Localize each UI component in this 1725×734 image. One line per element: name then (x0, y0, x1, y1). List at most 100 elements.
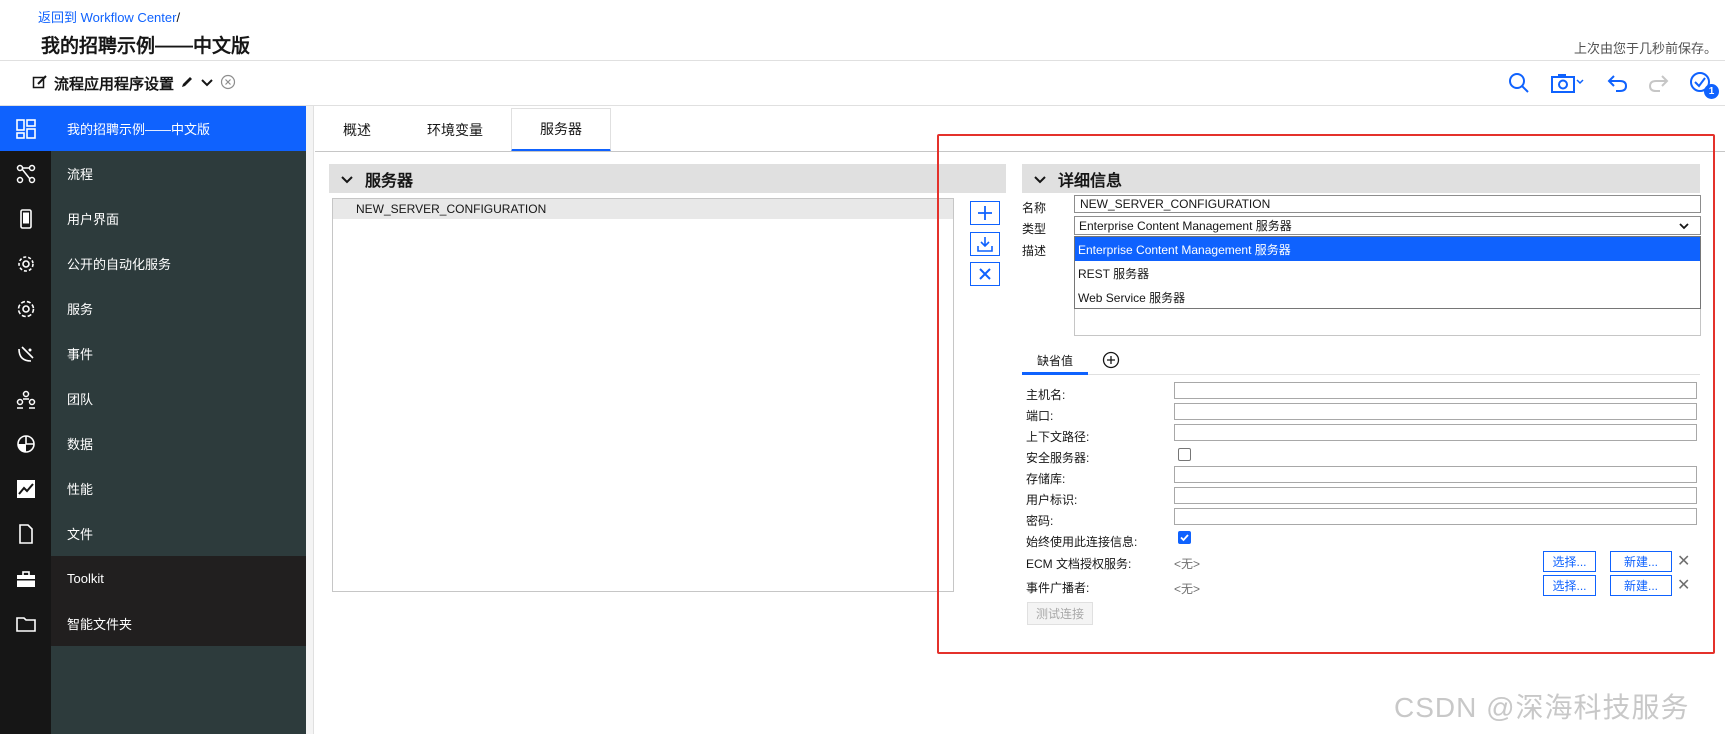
search-icon[interactable] (1507, 71, 1531, 95)
import-server-button[interactable] (970, 232, 1000, 256)
servers-section-title: 服务器 (365, 172, 414, 190)
chevron-down-icon[interactable] (200, 75, 214, 93)
chevron-down-icon[interactable] (329, 172, 365, 186)
flow-icon (0, 151, 51, 196)
tab-overview[interactable]: 概述 (315, 108, 399, 152)
sidebar-item-toolkit[interactable]: Toolkit (0, 556, 306, 601)
ecm-auth-value: <无> (1174, 557, 1201, 571)
event-broadcaster-select-button[interactable]: 选择... (1543, 575, 1596, 596)
sidebar-item-label: 智能文件夹 (51, 601, 306, 646)
settings-icon (0, 286, 51, 331)
sidebar-item-project[interactable]: 我的招聘示例——中文版 (0, 106, 306, 151)
servers-list[interactable]: NEW_SERVER_CONFIGURATION (332, 198, 954, 592)
description-field[interactable] (1074, 309, 1701, 336)
edit-note-icon (32, 74, 48, 94)
chart-icon (0, 466, 51, 511)
breadcrumb-separator: / (176, 10, 181, 25)
redo-icon[interactable] (1647, 71, 1671, 95)
download-icon (977, 237, 993, 252)
folder-icon (0, 601, 51, 646)
password-label: 密码: (1026, 514, 1054, 528)
type-select[interactable]: Enterprise Content Management 服务器 (1074, 216, 1701, 235)
host-input[interactable] (1174, 382, 1697, 399)
always-use-checkbox[interactable] (1178, 531, 1191, 544)
host-label: 主机名: (1026, 388, 1066, 402)
add-tab-icon[interactable] (1102, 351, 1120, 369)
description-label: 描述 (1022, 244, 1047, 258)
chevron-down-icon[interactable] (1022, 172, 1058, 186)
type-dropdown: Enterprise Content Management 服务器 REST 服… (1074, 236, 1701, 309)
satellite-icon (0, 331, 51, 376)
tab-servers[interactable]: 服务器 (511, 108, 611, 152)
sidebar-item-label: 用户界面 (67, 212, 120, 227)
name-field[interactable]: NEW_SERVER_CONFIGURATION (1074, 195, 1701, 213)
port-label: 端口: (1026, 409, 1054, 423)
password-input[interactable] (1174, 508, 1697, 525)
ecm-auth-select-button[interactable]: 选择... (1543, 551, 1596, 572)
add-server-button[interactable] (970, 201, 1000, 225)
breadcrumb: 返回到 Workflow Center/ (38, 7, 180, 26)
type-option-rest[interactable]: REST 服务器 (1075, 261, 1700, 285)
sidebar-item-smart-folders[interactable]: 智能文件夹 (0, 601, 306, 646)
sidebar-item-automation[interactable]: 公开的自动化服务 (0, 241, 306, 286)
sidebar-item-ui[interactable]: 用户界面 (0, 196, 306, 241)
sidebar-item-label: 数据 (67, 437, 94, 452)
ecm-auth-clear-icon[interactable]: ✕ (1677, 551, 1690, 571)
sidebar-item-events[interactable]: 事件 (0, 331, 306, 376)
context-path-input[interactable] (1174, 424, 1697, 441)
details-section-header[interactable]: 详细信息 (1022, 164, 1700, 193)
repository-input[interactable] (1174, 466, 1697, 483)
type-option-webservice[interactable]: Web Service 服务器 (1075, 285, 1700, 309)
pencil-icon[interactable] (180, 75, 194, 93)
sidebar-item-flows[interactable]: 流程 (0, 151, 306, 196)
undo-icon[interactable] (1605, 71, 1629, 95)
name-label: 名称 (1022, 201, 1047, 215)
type-select-value: Enterprise Content Management 服务器 (1079, 219, 1292, 233)
context-path-label: 上下文路径: (1026, 430, 1090, 444)
port-input[interactable] (1174, 403, 1697, 420)
page-title: 我的招聘示例——中文版 (41, 36, 251, 57)
sidebar-item-services[interactable]: 服务 (0, 286, 306, 331)
validation-badge: 1 (1704, 84, 1719, 99)
sidebar-item-teams[interactable]: 团队 (0, 376, 306, 421)
event-broadcaster-value: <无> (1174, 582, 1201, 596)
sidebar-item-label: 流程 (67, 167, 94, 182)
pie-icon (0, 421, 51, 466)
always-use-label: 始终使用此连接信息: (1026, 535, 1138, 549)
validation-icon[interactable]: 1 (1689, 71, 1719, 99)
sidebar-item-data[interactable]: 数据 (0, 421, 306, 466)
app-settings-title[interactable]: 流程应用程序设置 (32, 73, 236, 94)
sidebar-item-label: 公开的自动化服务 (67, 257, 172, 272)
sidebar-item-label: 文件 (67, 527, 94, 542)
ecm-auth-new-button[interactable]: 新建... (1610, 551, 1672, 572)
event-broadcaster-clear-icon[interactable]: ✕ (1677, 575, 1690, 595)
list-item[interactable]: NEW_SERVER_CONFIGURATION (333, 199, 953, 219)
team-icon (0, 376, 51, 421)
sidebar-item-files[interactable]: 文件 (0, 511, 306, 556)
back-to-workflow-center-link[interactable]: 返回到 Workflow Center (38, 10, 176, 25)
tab-environment-variables[interactable]: 环境变量 (399, 108, 511, 152)
close-icon (979, 268, 991, 280)
mobile-icon (0, 196, 51, 241)
gear-cog-icon (0, 241, 51, 286)
type-option-ecm[interactable]: Enterprise Content Management 服务器 (1075, 237, 1700, 261)
sidebar-item-performance[interactable]: 性能 (0, 466, 306, 511)
app-settings-label: 流程应用程序设置 (54, 76, 175, 93)
sidebar-item-label: 团队 (67, 392, 94, 407)
user-id-input[interactable] (1174, 487, 1697, 504)
chevron-down-icon (1678, 220, 1690, 235)
tab-defaults[interactable]: 缺省值 (1022, 349, 1088, 375)
event-broadcaster-new-button[interactable]: 新建... (1610, 575, 1672, 596)
toolbar-actions: 1 (1507, 71, 1719, 99)
details-section-title: 详细信息 (1058, 172, 1123, 190)
close-circle-icon[interactable] (220, 74, 236, 94)
delete-server-button[interactable] (970, 262, 1000, 286)
servers-section-header[interactable]: 服务器 (329, 164, 1006, 193)
snapshot-icon[interactable] (1549, 71, 1587, 95)
sidebar-item-label: 事件 (67, 347, 94, 362)
secure-server-checkbox[interactable] (1178, 448, 1191, 461)
ecm-auth-label: ECM 文档授权服务: (1026, 557, 1132, 571)
tabs-divider (315, 151, 1725, 152)
test-connection-button[interactable]: 测试连接 (1027, 602, 1093, 625)
sidebar-resizer[interactable] (306, 106, 314, 734)
